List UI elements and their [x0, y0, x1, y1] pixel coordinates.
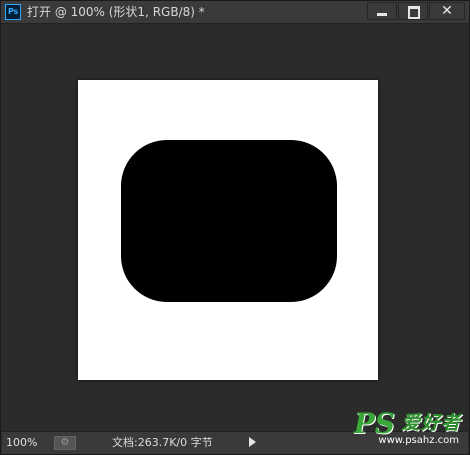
minimize-button[interactable]: [367, 2, 397, 20]
minimize-icon: [377, 13, 387, 16]
photoshop-app-icon: Ps: [5, 4, 21, 20]
watermark-url: www.psahz.com: [378, 435, 459, 446]
canvas-workspace[interactable]: [2, 24, 468, 431]
play-icon[interactable]: [249, 437, 256, 447]
zoom-level-field[interactable]: [6, 435, 48, 451]
close-icon: ✕: [441, 3, 453, 19]
watermark-site-name: 爱好者: [400, 412, 461, 434]
navigator-icon: ⚙: [60, 437, 70, 448]
document-title: 打开 @ 100% (形状1, RGB/8) *: [27, 5, 205, 19]
navigator-button[interactable]: ⚙: [54, 436, 76, 450]
close-button[interactable]: ✕: [429, 2, 465, 20]
document-window: Ps 打开 @ 100% (形状1, RGB/8) * ✕ ⚙ 文档:263.7…: [0, 0, 470, 455]
title-bar[interactable]: Ps 打开 @ 100% (形状1, RGB/8) * ✕: [1, 1, 469, 24]
document-canvas[interactable]: [78, 80, 378, 380]
document-info: 文档:263.7K/0 字节: [112, 436, 213, 449]
rounded-rectangle-shape[interactable]: [121, 140, 337, 302]
window-controls: ✕: [367, 2, 465, 20]
watermark: PS 爱好者 www.psahz.com: [351, 407, 461, 449]
maximize-button[interactable]: [398, 2, 428, 20]
maximize-icon: [408, 6, 420, 19]
